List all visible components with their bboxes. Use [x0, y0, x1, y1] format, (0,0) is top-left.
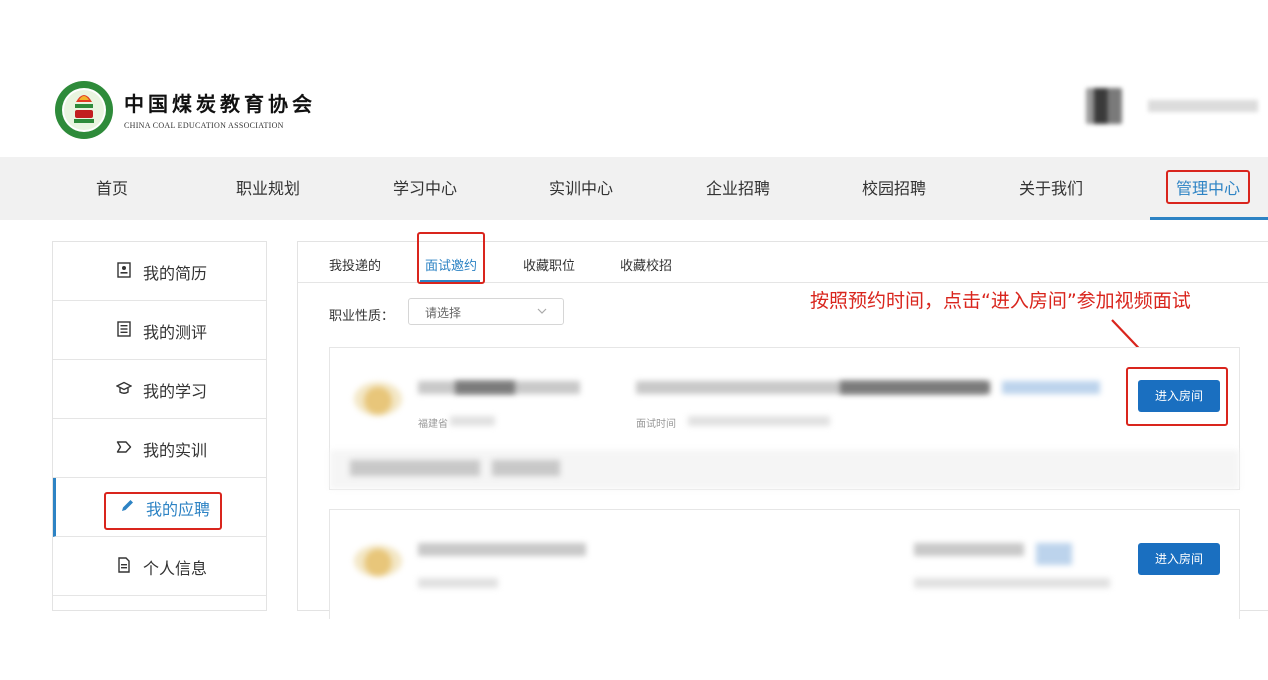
sidebar-item-resume[interactable]: 我的简历 [53, 242, 266, 301]
company-name-blurred [418, 543, 586, 556]
sidebar-item-assessment[interactable]: 我的测评 [53, 301, 266, 360]
highlight-box-sidebar [104, 492, 222, 530]
document-icon [118, 557, 130, 573]
sidebar-item-personal-info[interactable]: 个人信息 [53, 537, 266, 596]
footer-info-blurred [350, 460, 480, 476]
job-link-blurred [1036, 543, 1072, 565]
nav-item-campus-recruitment[interactable]: 校园招聘 [862, 157, 926, 220]
annotation-text: 按照预约时间，点击“进入房间”参加视频面试 [810, 290, 1191, 312]
highlight-box-nav [1166, 170, 1250, 204]
nav-item-home[interactable]: 首页 [96, 157, 128, 220]
assessment-icon [117, 321, 131, 337]
nav-item-learning-center[interactable]: 学习中心 [393, 157, 457, 220]
tab-saved-jobs[interactable]: 收藏职位 [523, 255, 575, 274]
location-blurred [418, 578, 498, 588]
resume-icon [117, 262, 131, 278]
company-logo [354, 382, 402, 416]
interview-time-label: 面试时间 [636, 419, 676, 430]
interview-card [329, 509, 1240, 619]
sidebar-item-label: 我的简历 [143, 264, 208, 283]
highlight-box-button [1126, 367, 1228, 426]
tab-my-applications[interactable]: 我投递的 [329, 255, 381, 274]
job-link-blurred [1002, 381, 1100, 394]
sidebar-item-label: 个人信息 [143, 559, 208, 578]
tag-icon [116, 441, 132, 453]
username-blurred[interactable] [1148, 100, 1258, 112]
sidebar-item-learning[interactable]: 我的学习 [53, 360, 266, 419]
location-blurred [450, 416, 495, 426]
nav-item-career-planning[interactable]: 职业规划 [236, 157, 300, 220]
association-logo-icon [55, 81, 113, 139]
graduation-cap-icon [116, 381, 132, 394]
company-name-blurred [455, 381, 515, 394]
org-name-cn: 中国煤炭教育协会 [124, 92, 316, 116]
enter-room-button[interactable]: 进入房间 [1138, 543, 1220, 575]
nav-active-underline [1150, 217, 1268, 220]
chevron-down-icon [537, 308, 547, 314]
nav-item-training-center[interactable]: 实训中心 [549, 157, 613, 220]
user-avatar[interactable] [1086, 88, 1122, 124]
company-location: 福建省 [418, 419, 448, 430]
select-placeholder: 请选择 [425, 306, 462, 320]
footer-info-blurred [492, 460, 560, 476]
job-title-blurred [914, 543, 1024, 556]
interview-time-blurred [688, 416, 830, 426]
sidebar-item-label: 我的学习 [143, 382, 208, 401]
sidebar-item-label: 我的实训 [143, 441, 208, 460]
sidebar-item-training[interactable]: 我的实训 [53, 419, 266, 478]
company-logo [354, 545, 402, 577]
org-name-en: CHINA COAL EDUCATION ASSOCIATION [124, 121, 284, 130]
interview-time-blurred [914, 578, 1110, 588]
job-info-blurred [840, 381, 990, 394]
filter-label: 职业性质： [329, 309, 395, 324]
highlight-box-tab [417, 232, 485, 284]
nav-item-enterprise-recruitment[interactable]: 企业招聘 [706, 157, 770, 220]
tab-saved-campus[interactable]: 收藏校招 [620, 255, 672, 274]
nav-item-about-us[interactable]: 关于我们 [1019, 157, 1083, 220]
job-type-select[interactable]: 请选择 [408, 298, 564, 325]
sidebar-item-label: 我的测评 [143, 323, 208, 342]
